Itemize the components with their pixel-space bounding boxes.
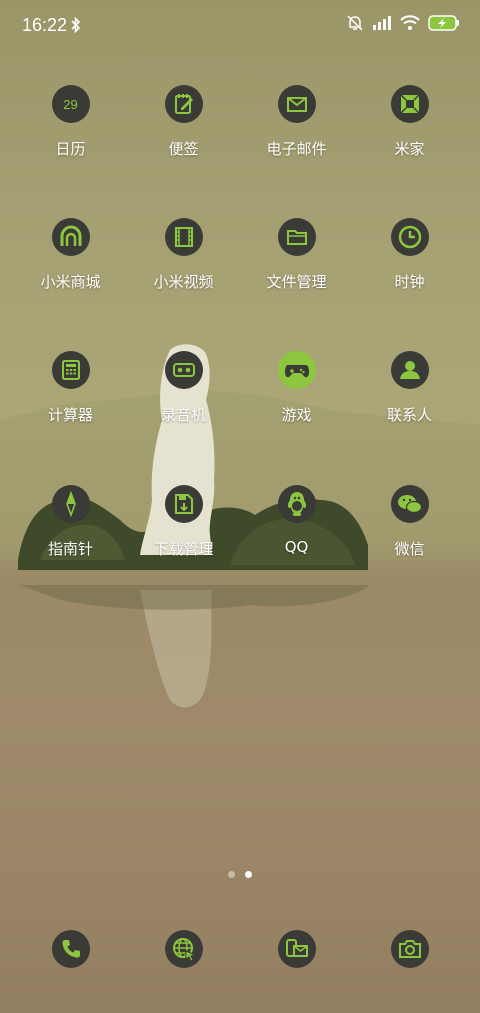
wifi-icon bbox=[400, 15, 420, 36]
email-icon bbox=[277, 85, 316, 123]
notes-icon bbox=[164, 85, 203, 123]
bluetooth-icon bbox=[71, 16, 81, 39]
app-label: 米家 bbox=[394, 140, 425, 158]
app-label: 文件管理 bbox=[266, 273, 327, 291]
contacts-icon bbox=[390, 351, 429, 389]
app-label: 小米视频 bbox=[153, 273, 214, 291]
qq-icon bbox=[277, 485, 316, 523]
dock bbox=[0, 930, 480, 968]
app-downloads[interactable]: 下载管理 bbox=[127, 482, 240, 592]
wechat-icon bbox=[390, 485, 429, 523]
app-label: 电子邮件 bbox=[266, 140, 327, 158]
mute-alarm-icon bbox=[346, 14, 364, 37]
mijia-icon bbox=[390, 85, 429, 123]
dock-phone[interactable] bbox=[14, 930, 127, 970]
video-icon bbox=[164, 218, 203, 256]
app-qq[interactable]: QQ bbox=[240, 482, 353, 592]
app-recorder[interactable]: 录音机 bbox=[127, 348, 240, 458]
app-label: 录音机 bbox=[160, 406, 206, 424]
compass-icon bbox=[51, 485, 90, 523]
app-contacts[interactable]: 联系人 bbox=[353, 348, 466, 458]
app-label: 指南针 bbox=[47, 540, 93, 558]
app-label: 微信 bbox=[394, 540, 425, 558]
mi-store-icon bbox=[51, 218, 90, 256]
app-calendar[interactable]: 29 日历 bbox=[14, 82, 127, 192]
page-indicator bbox=[0, 871, 480, 878]
status-time: 16:22 bbox=[22, 15, 68, 35]
app-mijia[interactable]: 米家 bbox=[353, 82, 466, 192]
gamepad-icon bbox=[277, 351, 316, 389]
app-label: QQ bbox=[284, 538, 309, 556]
app-games[interactable]: 游戏 bbox=[240, 348, 353, 458]
phone-icon bbox=[51, 930, 90, 968]
app-label: 下载管理 bbox=[153, 540, 214, 558]
app-label: 联系人 bbox=[386, 406, 432, 424]
app-video[interactable]: 小米视频 bbox=[127, 215, 240, 325]
app-mi-store[interactable]: 小米商城 bbox=[14, 215, 127, 325]
dock-browser[interactable] bbox=[127, 930, 240, 970]
status-bar: 16:22 bbox=[0, 0, 480, 52]
app-compass[interactable]: 指南针 bbox=[14, 482, 127, 592]
app-label: 时钟 bbox=[394, 273, 425, 291]
dock-camera[interactable] bbox=[353, 930, 466, 970]
dock-messages[interactable] bbox=[240, 930, 353, 970]
page-dot-1[interactable] bbox=[228, 871, 235, 878]
signal-icon bbox=[372, 15, 392, 36]
app-clock[interactable]: 时钟 bbox=[353, 215, 466, 325]
download-icon bbox=[164, 485, 203, 523]
app-label: 计算器 bbox=[47, 406, 93, 424]
app-label: 日历 bbox=[55, 140, 86, 158]
recorder-icon bbox=[164, 351, 203, 389]
battery-charging-icon bbox=[428, 15, 460, 36]
app-label: 便签 bbox=[168, 140, 199, 158]
clock-icon bbox=[390, 218, 429, 256]
app-email[interactable]: 电子邮件 bbox=[240, 82, 353, 192]
app-label: 小米商城 bbox=[40, 273, 101, 291]
folder-icon bbox=[277, 218, 316, 256]
browser-icon bbox=[164, 930, 203, 968]
page-dot-2[interactable] bbox=[245, 871, 252, 878]
messages-icon bbox=[277, 930, 316, 968]
app-files[interactable]: 文件管理 bbox=[240, 215, 353, 325]
app-notes[interactable]: 便签 bbox=[127, 82, 240, 192]
calculator-icon bbox=[51, 351, 90, 389]
app-label: 游戏 bbox=[281, 406, 312, 424]
app-calculator[interactable]: 计算器 bbox=[14, 348, 127, 458]
calendar-icon: 29 bbox=[51, 85, 90, 123]
camera-icon bbox=[390, 930, 429, 968]
app-wechat[interactable]: 微信 bbox=[353, 482, 466, 592]
